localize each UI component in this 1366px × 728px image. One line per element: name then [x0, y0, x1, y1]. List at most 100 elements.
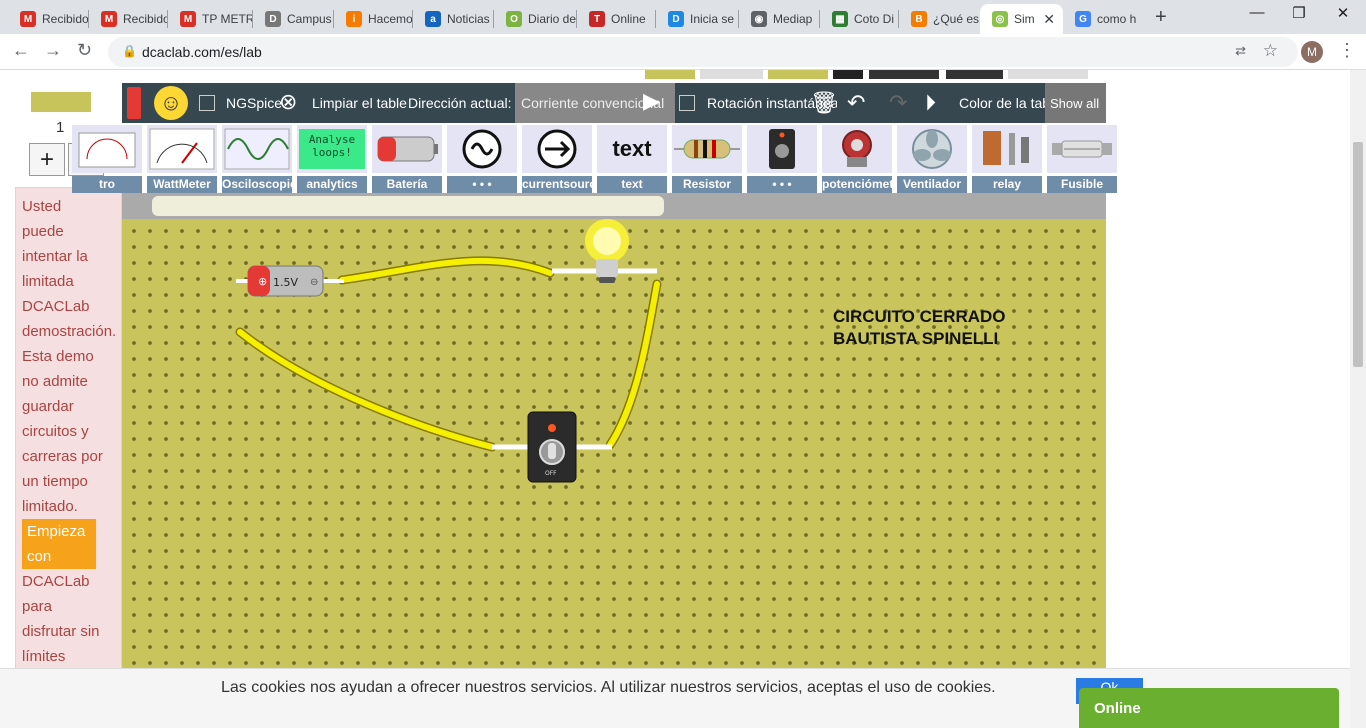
d-icon: D	[668, 11, 684, 27]
palette-item[interactable]: text text	[595, 123, 669, 193]
profile-avatar[interactable]: M	[1301, 41, 1323, 63]
palette-item[interactable]: Resistor	[670, 123, 744, 193]
news-icon: a	[425, 11, 441, 27]
add-page-button[interactable]: +	[29, 143, 65, 176]
battery[interactable]: ⊕ 1.5V ⊖	[236, 265, 344, 297]
board-title-text[interactable]: CIRCUITO CERRADO BAUTISTA SPINELLI	[833, 306, 1006, 350]
demo-notice-line: circuitos y	[22, 423, 89, 440]
tab-separator	[738, 10, 739, 28]
instant-rotation-checkbox[interactable]	[679, 95, 695, 111]
circuit-board[interactable]: ⊕ 1.5V ⊖ OFF CIRCUITO CERRADO BAUTISTA SP…	[122, 219, 1106, 728]
power-switch-icon[interactable]	[127, 87, 141, 119]
palette-item[interactable]: Fusible	[1045, 123, 1119, 193]
campus-icon: D	[265, 11, 281, 27]
smiley-icon[interactable]: ☺	[154, 86, 188, 120]
wire[interactable]	[339, 257, 553, 283]
browser-tab[interactable]: a Noticias	[413, 4, 494, 34]
page-scrollbar[interactable]	[1350, 70, 1366, 728]
clear-board-label[interactable]: Limpiar el tablero	[312, 95, 419, 111]
palette-item[interactable]: Osciloscopio	[220, 123, 294, 193]
browser-tab[interactable]: D Inicia se	[656, 4, 739, 34]
browser-menu-icon[interactable]: ⋮	[1338, 40, 1356, 61]
demo-notice-line: limitada	[22, 273, 74, 290]
toggle-switch[interactable]: OFF	[492, 411, 612, 483]
browser-tab[interactable]: i Hacemos	[334, 4, 413, 34]
switch-icon	[747, 125, 817, 173]
light-bulb[interactable]	[552, 219, 657, 283]
browser-tab[interactable]: ◎ Sim ✕	[980, 4, 1063, 34]
browser-tab[interactable]: D Campus	[253, 4, 334, 34]
redo-icon[interactable]: ↷	[889, 90, 907, 116]
browser-tab[interactable]: O Diario de	[494, 4, 577, 34]
palette-item-label: analytics	[297, 176, 367, 193]
browser-tab[interactable]: Gcomo h	[1063, 4, 1143, 34]
thumbnail[interactable]	[1008, 70, 1088, 79]
reload-icon[interactable]: ↻	[77, 40, 92, 61]
trash-icon[interactable]: 🗑	[810, 90, 838, 116]
ngspice-checkbox[interactable]	[199, 95, 215, 111]
browser-tab[interactable]: B ¿Qué es	[899, 4, 980, 34]
plus-icon: +	[39, 145, 54, 173]
palette-item[interactable]: relay	[970, 123, 1044, 193]
palette-item[interactable]: • • •	[745, 123, 819, 193]
palette-item[interactable]: tro	[70, 123, 144, 193]
browser-tab-label: Mediap	[773, 12, 813, 26]
wire[interactable]	[235, 327, 497, 452]
address-bar[interactable]: 🔒 dcaclab.com/es/lab ⇄ ☆	[108, 37, 1298, 67]
close-tab-icon[interactable]: ✕	[1043, 11, 1055, 28]
palette-item[interactable]: WattMeter	[145, 123, 219, 193]
thumbnail[interactable]	[869, 70, 939, 79]
palette-item[interactable]: • • •	[445, 123, 519, 193]
new-tab-button[interactable]: +	[1155, 6, 1167, 29]
close-window-icon[interactable]: ✕	[1320, 4, 1366, 22]
thumbnail[interactable]	[700, 70, 763, 79]
play-icon[interactable]: ⏵	[925, 90, 936, 116]
browser-tab[interactable]: M TP METR	[168, 4, 253, 34]
minimize-icon[interactable]: —	[1234, 4, 1280, 21]
play-circle-icon[interactable]: ▶	[643, 88, 660, 114]
browser-tab-label: Noticias	[447, 12, 490, 26]
circuit-page-thumbnail[interactable]	[31, 92, 91, 112]
thumbnail[interactable]	[833, 70, 863, 79]
browser-tab[interactable]: ▦ Coto Di	[820, 4, 899, 34]
browser-tab[interactable]: T Online	[577, 4, 656, 34]
palette-item-label: Ventilador	[897, 176, 967, 193]
bookmark-star-icon[interactable]: ☆	[1263, 41, 1278, 61]
undo-icon[interactable]: ↶	[847, 90, 865, 116]
browser-tab[interactable]: ◉ Mediap	[739, 4, 820, 34]
resistor-icon	[672, 125, 742, 173]
clear-board-icon[interactable]: ⊗	[279, 89, 297, 115]
wire[interactable]	[607, 281, 660, 448]
palette-item-label: relay	[972, 176, 1042, 193]
wire[interactable]	[237, 329, 495, 450]
browser-tab[interactable]: M Recibido	[89, 4, 168, 34]
palette-item-label: Batería	[372, 176, 442, 193]
demo-notice-line: DCACLab	[22, 298, 90, 315]
demo-notice-panel: Usted puede intentar la limitada DCACLab demo…	[15, 187, 122, 728]
ole-icon: O	[506, 11, 522, 27]
thumbnail[interactable]	[645, 70, 695, 79]
coto-icon: ▦	[832, 11, 848, 27]
translate-icon[interactable]: ⇄	[1235, 43, 1246, 59]
scrollbar-thumb[interactable]	[1353, 142, 1363, 367]
palette-item[interactable]: currentsource	[520, 123, 594, 193]
browser-tab[interactable]: M Recibido	[8, 4, 89, 34]
breadboard[interactable]	[152, 196, 664, 216]
demo-notice-line: límites	[22, 648, 66, 665]
back-arrow-icon[interactable]: ←	[12, 40, 30, 61]
palette-item-label: Resistor	[672, 176, 742, 193]
start-dcaclab-link[interactable]: Empieza con	[22, 519, 96, 569]
palette-item[interactable]: potenciómetro	[820, 123, 894, 193]
thumbnail[interactable]	[946, 70, 1003, 79]
board-color-label[interactable]: Color de la tabla	[959, 95, 1045, 111]
palette-item[interactable]: Ventilador	[895, 123, 969, 193]
url-text[interactable]: dcaclab.com/es/lab	[142, 44, 262, 60]
palette-item[interactable]: Analyse loops! analytics	[295, 123, 369, 193]
online-chat-widget[interactable]: Online	[1079, 688, 1339, 728]
show-all-button[interactable]: Show all	[1045, 83, 1106, 123]
palette-item[interactable]: Batería	[370, 123, 444, 193]
maximize-icon[interactable]: ❐	[1276, 4, 1322, 22]
forward-arrow-icon[interactable]: →	[44, 40, 62, 61]
thumbnail[interactable]	[768, 70, 828, 79]
potentiometer-icon	[822, 125, 892, 173]
